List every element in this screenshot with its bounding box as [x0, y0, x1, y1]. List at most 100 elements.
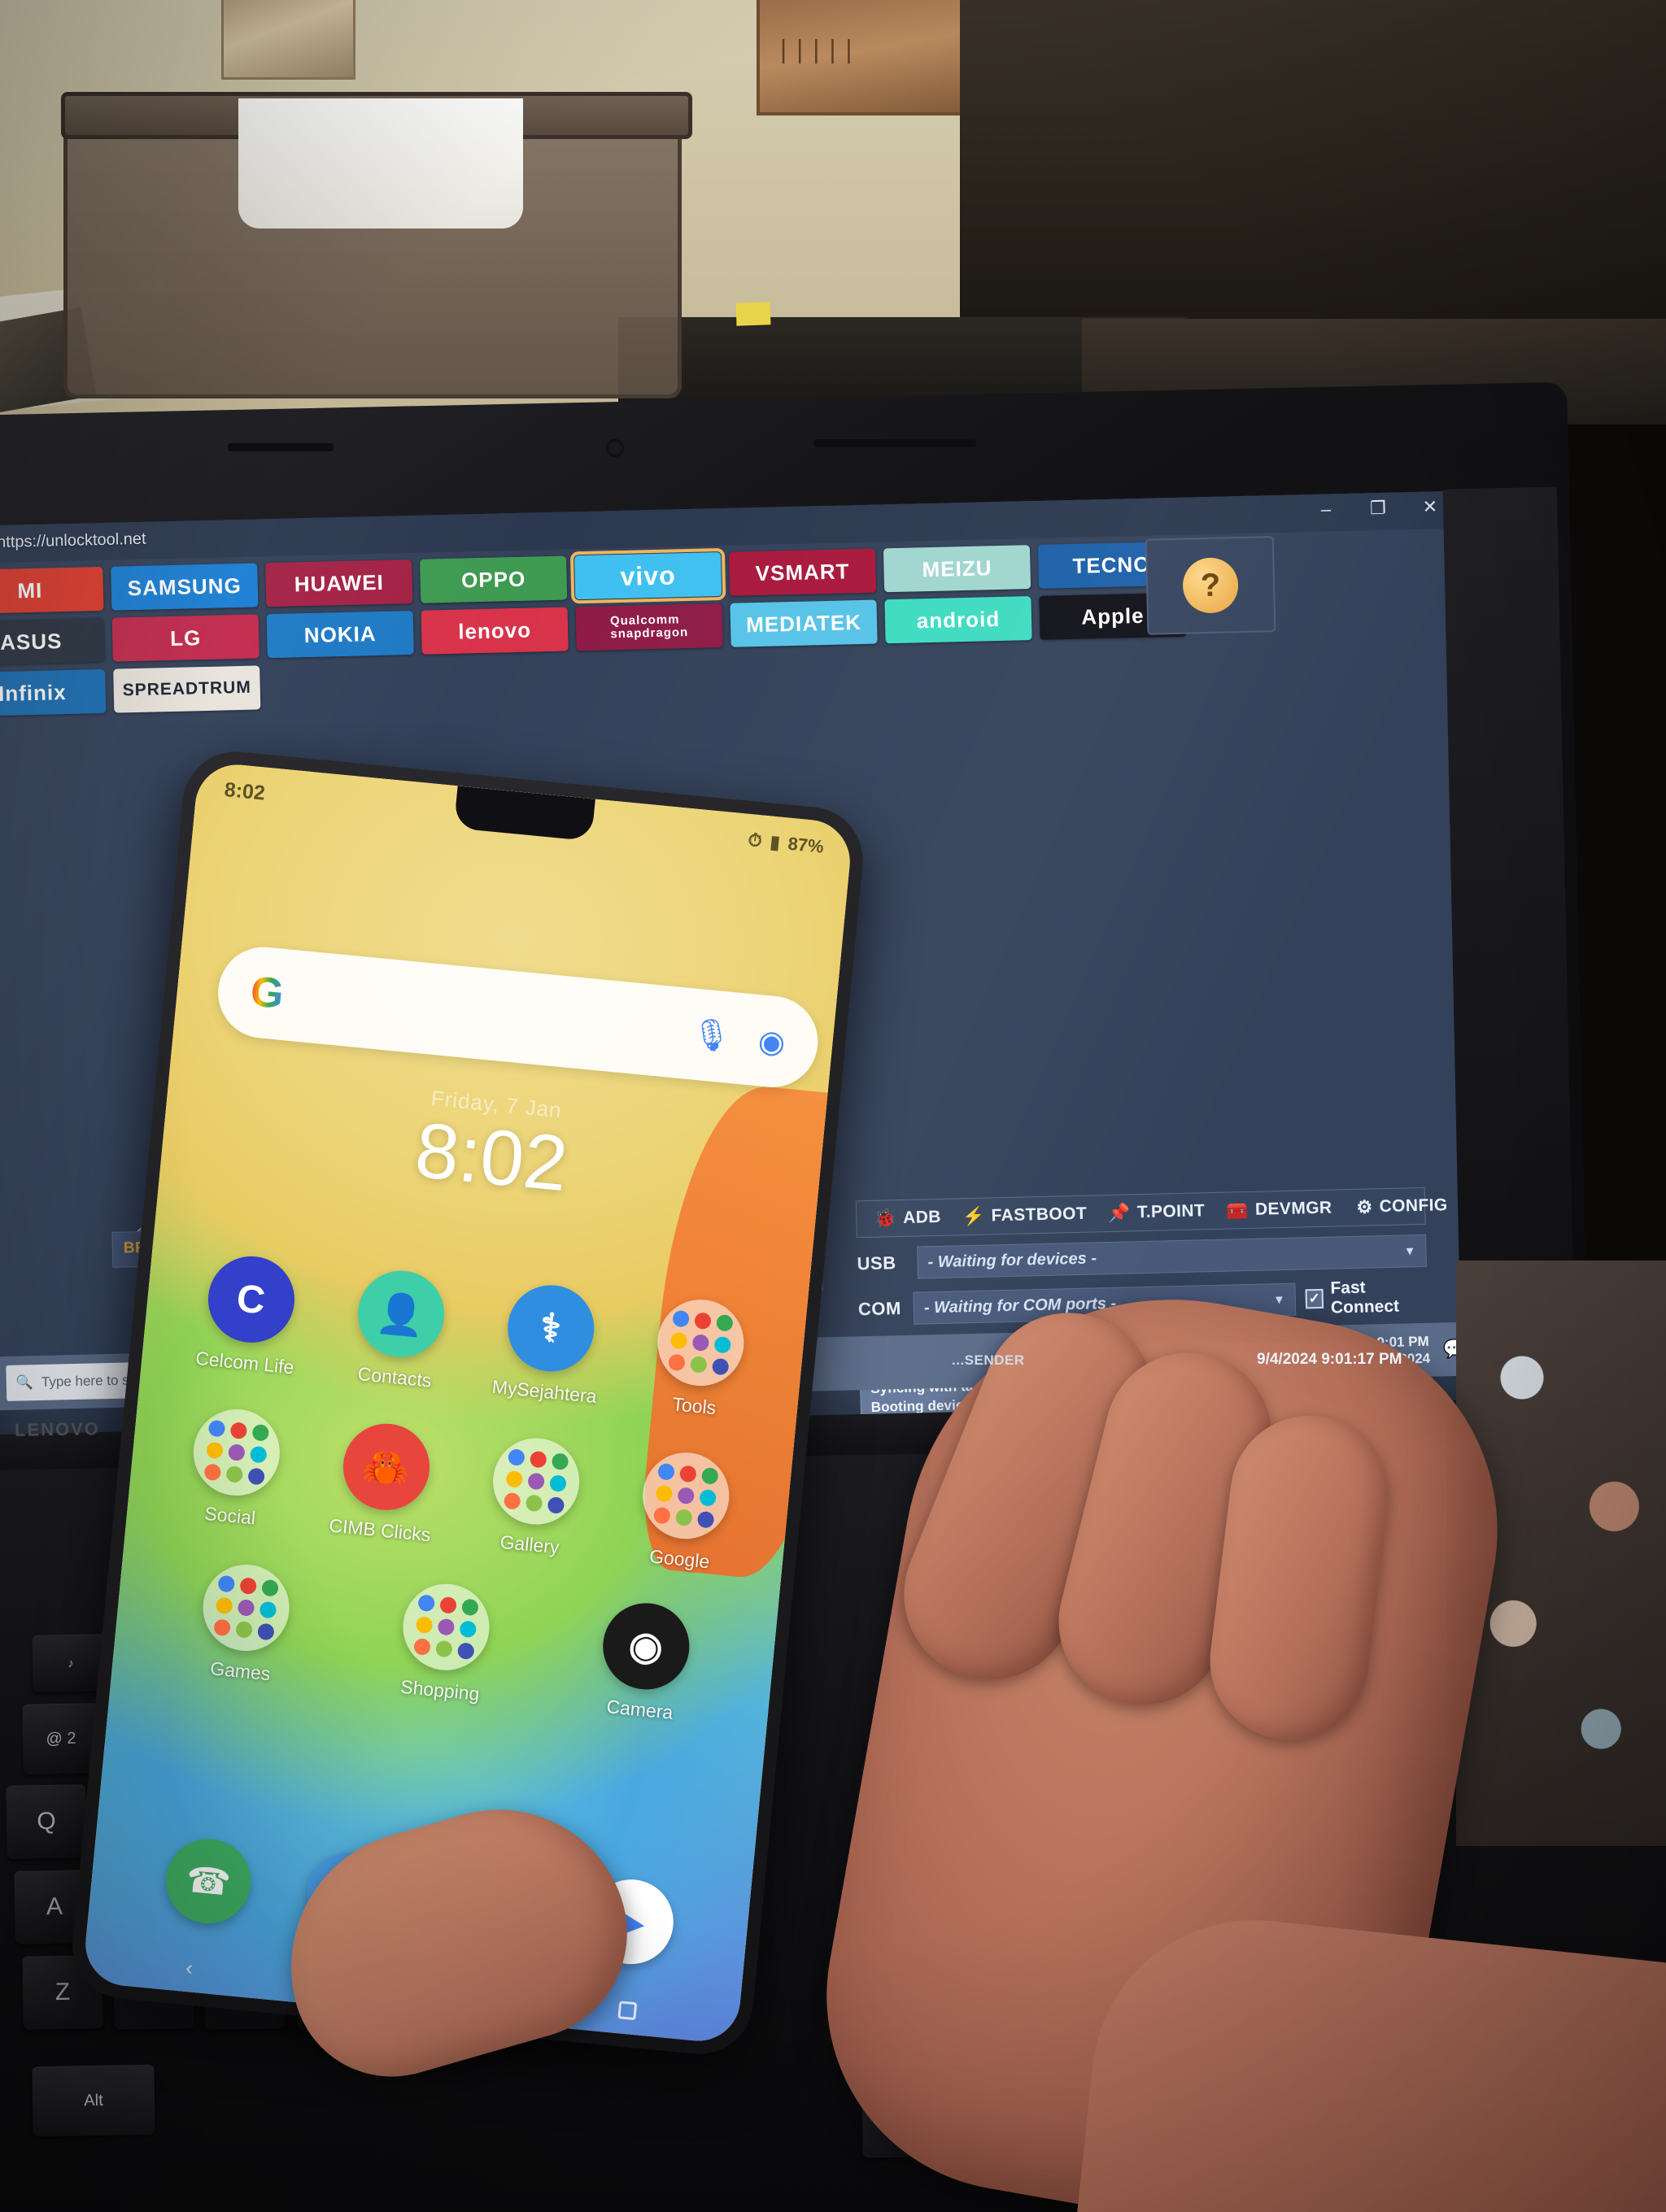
folder-app-dot [671, 1309, 690, 1328]
phone-status-right: ⏱ ▮ 87% [747, 830, 824, 858]
brand-meizu[interactable]: MEIZU [883, 545, 1031, 593]
brand-lg[interactable]: LG [111, 614, 259, 662]
question-mark-icon: ? [1182, 557, 1239, 614]
folder-app-dot [526, 1472, 545, 1491]
brand-label: android [916, 606, 1001, 633]
folder-app-dot [205, 1441, 224, 1460]
folder-app-dot [503, 1491, 521, 1510]
brand-label: TECNO [1072, 551, 1151, 578]
brand-android[interactable]: android [884, 596, 1032, 644]
app-label: Gallery [499, 1531, 560, 1558]
toolbar-adb-label: ADB [902, 1207, 942, 1227]
toolbar-fastboot-button[interactable]: ⚡ FASTBOOT [951, 1203, 1097, 1227]
google-lens-icon[interactable]: ◉ [757, 1022, 787, 1061]
help-button[interactable]: ? [1145, 536, 1276, 635]
toolbar-tpoint-label: T.POINT [1136, 1201, 1206, 1222]
brand-infinix[interactable]: Infinix [0, 668, 107, 717]
brand-asus[interactable]: ASUS [0, 617, 105, 666]
brand-mi[interactable]: MI [0, 566, 104, 615]
app-shopping[interactable]: Shopping [378, 1578, 511, 1708]
google-icon [638, 1448, 733, 1544]
folder-app-dot [674, 1509, 693, 1526]
folder-app-dot [261, 1578, 280, 1597]
app-celcom-life[interactable]: C Celcom Life [183, 1251, 316, 1380]
toolbar-config-button[interactable]: ⚙ CONFIG [1345, 1195, 1459, 1218]
adb-icon: 🐞 [874, 1208, 897, 1229]
folder-app-dot [713, 1335, 731, 1354]
key-num-0[interactable]: @ 2 [22, 1703, 100, 1774]
brand-vivo[interactable]: vivo [569, 547, 726, 604]
fast-connect-toggle[interactable]: ✓ Fast Connect [1305, 1277, 1428, 1319]
recents-icon[interactable] [617, 2000, 638, 2020]
folder-app-dot [456, 1642, 475, 1661]
brand-nokia[interactable]: NOKIA [266, 610, 414, 659]
key-alt[interactable]: Alt [32, 2064, 155, 2137]
folder-app-dot [696, 1510, 714, 1529]
devmgr-icon: 🧰 [1225, 1199, 1250, 1221]
brand-mediatek[interactable]: MEDIATEK [730, 599, 878, 647]
usb-select[interactable]: - Waiting for devices - ▼ [917, 1234, 1427, 1279]
brand-selector-grid[interactable]: MI SAMSUNG HUAWEI OPPO vivo VSMART MEIZU TECNO A… [0, 534, 1277, 717]
folder-app-dot [437, 1618, 456, 1636]
app-tools[interactable]: Tools [632, 1294, 765, 1423]
app-label: CIMB Clicks [328, 1514, 432, 1546]
folder-app-dot [213, 1618, 232, 1637]
app-cimb-clicks[interactable]: 🦀 CIMB Clicks [318, 1418, 451, 1548]
toolbar-devmgr-button[interactable]: 🧰 DEVMGR [1215, 1197, 1343, 1221]
folder-app-dot [654, 1484, 673, 1503]
app-contacts[interactable]: 👤 Contacts [333, 1265, 465, 1395]
gallery-icon [488, 1434, 583, 1529]
brand-qualcomm-snapdragon[interactable]: Qualcomm snapdragon [575, 603, 723, 651]
folder-app-dot [507, 1448, 526, 1466]
app-social[interactable]: Social [168, 1404, 301, 1533]
brand-label: Apple [1080, 603, 1145, 629]
toolbar-config-label: CONFIG [1379, 1195, 1448, 1217]
folder-app-dot [669, 1331, 687, 1350]
microphone-icon[interactable]: 🎙 [690, 1016, 732, 1055]
folder-app-dot [235, 1621, 254, 1639]
folder-app-dot [460, 1598, 479, 1617]
folder-app-dot [700, 1466, 719, 1485]
folder-app-dot [251, 1423, 269, 1442]
folder-app-dot [249, 1445, 268, 1464]
app-gallery[interactable]: Gallery [468, 1433, 600, 1562]
folder-app-dot [225, 1465, 243, 1483]
folder-app-dot [525, 1494, 543, 1513]
toolbar-tpoint-button[interactable]: 📌 T.POINT [1097, 1200, 1216, 1224]
wall-poster-left [221, 0, 355, 80]
phone-dialer-icon[interactable]: ☎ [162, 1835, 255, 1927]
brand-label: SAMSUNG [127, 573, 242, 600]
app-google[interactable]: Google [617, 1447, 750, 1576]
folder-app-dot [652, 1506, 671, 1525]
fastboot-icon: ⚡ [962, 1205, 985, 1227]
laptop-brand-logo: LENOVO [14, 1418, 101, 1440]
folder-app-dot [207, 1419, 225, 1438]
device-toolbar[interactable]: 🐞 ADB ⚡ FASTBOOT 📌 T.POINT 🧰 DEVMGR ⚙ CONFIG [855, 1187, 1448, 1239]
app-mysejahtera[interactable]: ⚕ MySejahtera [482, 1279, 615, 1409]
close-button[interactable]: ✕ [1416, 496, 1445, 518]
app-row: Games Shopping ◉ Camera [111, 1552, 777, 1733]
brand-vsmart[interactable]: VSMART [728, 548, 877, 596]
brand-lenovo[interactable]: lenovo [421, 607, 569, 655]
usb-row: USB - Waiting for devices - ▼ [857, 1234, 1427, 1280]
app-games[interactable]: Games [178, 1559, 311, 1688]
key-q[interactable]: Q [6, 1784, 87, 1859]
maximize-button[interactable]: ❐ [1364, 498, 1393, 520]
status-sender-text: ...SENDER [952, 1352, 1025, 1368]
folder-app-dot [691, 1334, 709, 1352]
phone-app-grid[interactable]: C Celcom Life 👤 Contacts ⚕ MySejahtera Tools So… [108, 1247, 807, 1769]
folder-app-dot [239, 1577, 258, 1596]
brand-spreadtrum[interactable]: SPREADTRUM [113, 665, 261, 713]
brand-samsung[interactable]: SAMSUNG [111, 563, 259, 611]
folder-app-dot [434, 1639, 453, 1658]
brand-huawei[interactable]: HUAWEI [265, 559, 413, 607]
app-camera[interactable]: ◉ Camera [578, 1597, 710, 1726]
toolbar-adb-button[interactable]: 🐞 ADB [863, 1207, 952, 1230]
back-icon[interactable]: ‹ [185, 1955, 194, 1981]
toolbar-separator [1344, 1196, 1345, 1220]
brand-oppo[interactable]: OPPO [420, 555, 568, 603]
battery-icon: ▮ [769, 831, 781, 853]
sticky-note [735, 302, 771, 326]
minimize-button[interactable]: – [1312, 499, 1341, 520]
toolbar-devmgr-label: DEVMGR [1254, 1198, 1332, 1219]
